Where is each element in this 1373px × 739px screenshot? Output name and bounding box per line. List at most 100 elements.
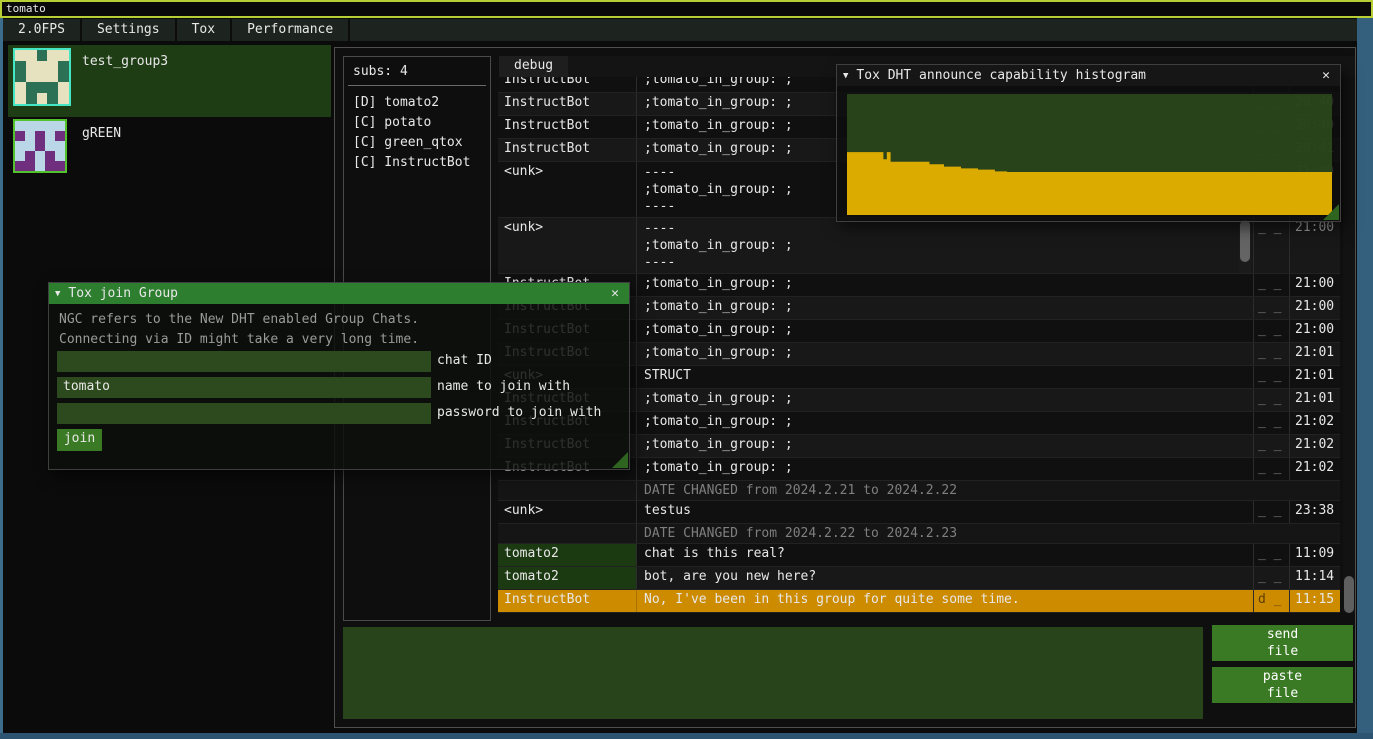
message-timestamp: 21:02 xyxy=(1289,412,1338,434)
chat-scrollbar-track[interactable] xyxy=(1343,77,1355,613)
paste-file-label-1: paste xyxy=(1212,668,1353,685)
message-text: ;tomato_in_group: ; xyxy=(637,297,1253,319)
avatar-pixel xyxy=(25,141,35,151)
menu-item-settings[interactable]: Settings xyxy=(82,19,177,41)
message-author xyxy=(498,481,637,500)
avatar-pixel xyxy=(15,161,25,171)
close-icon[interactable]: ✕ xyxy=(607,286,623,301)
avatar-pixel xyxy=(15,141,25,151)
message-text: bot, are you new here? xyxy=(637,567,1253,589)
message-row[interactable]: tomato2chat is this real?_ _11:09 xyxy=(498,544,1340,567)
avatar-pixel xyxy=(35,141,45,151)
message-scrollbar-thumb[interactable] xyxy=(1240,220,1250,262)
collapse-arrow-icon[interactable]: ▼ xyxy=(55,289,60,299)
message-text: ;tomato_in_group: ; xyxy=(637,343,1253,365)
avatar-pixel xyxy=(15,82,26,93)
avatar-pixel xyxy=(15,93,26,104)
sidebar-group-test_group3[interactable]: test_group3 xyxy=(8,45,331,117)
join-name-field[interactable]: tomato xyxy=(57,377,431,398)
member-item[interactable]: [C] potato xyxy=(353,113,490,133)
message-status-indicator: _ _ xyxy=(1253,567,1289,589)
message-author: InstructBot xyxy=(498,139,637,161)
message-timestamp: 21:00 xyxy=(1289,218,1338,273)
close-icon[interactable]: ✕ xyxy=(1318,68,1334,83)
avatar-pixel xyxy=(45,161,55,171)
members-divider xyxy=(348,85,486,86)
message-timestamp: 21:00 xyxy=(1289,320,1338,342)
message-text: ;tomato_in_group: ; xyxy=(637,274,1253,296)
window-frame-bottom xyxy=(0,733,1373,739)
avatar-pixel xyxy=(15,50,26,61)
avatar-pixel xyxy=(58,82,69,93)
resize-grip[interactable] xyxy=(1323,204,1339,220)
avatar-pixel xyxy=(37,72,48,83)
message-status-indicator: _ _ xyxy=(1253,297,1289,319)
avatar-pixel xyxy=(35,151,45,161)
message-status-indicator: _ _ xyxy=(1253,501,1289,523)
resize-grip[interactable] xyxy=(612,452,628,468)
message-row[interactable]: <unk>testus_ _23:38 xyxy=(498,501,1340,524)
date-changed-text: DATE CHANGED from 2024.2.22 to 2024.2.23 xyxy=(637,524,1253,543)
avatar-pixel xyxy=(15,72,26,83)
collapse-arrow-icon[interactable]: ▼ xyxy=(843,71,848,81)
app-window: tomato 2.0FPS SettingsToxPerformance tes… xyxy=(0,0,1373,739)
message-text: ----;tomato_in_group: ;---- xyxy=(637,218,1253,273)
avatar-pixel xyxy=(26,50,37,61)
message-text: testus xyxy=(637,501,1253,523)
avatar-pixel xyxy=(25,121,35,131)
message-row[interactable]: InstructBotNo, I've been in this group f… xyxy=(498,590,1340,613)
member-item[interactable]: [D] tomato2 xyxy=(353,93,490,113)
window-title: tomato xyxy=(6,2,46,15)
avatar-pixel xyxy=(25,161,35,171)
avatar-pixel xyxy=(35,161,45,171)
message-timestamp: 21:02 xyxy=(1289,435,1338,457)
avatar-pixel xyxy=(47,50,58,61)
histogram-area-chart xyxy=(847,94,1332,215)
chat-scrollbar-thumb[interactable] xyxy=(1344,576,1354,613)
menu-item-tox[interactable]: Tox xyxy=(177,19,232,41)
avatar-pixel xyxy=(47,72,58,83)
message-row[interactable]: <unk>----;tomato_in_group: ;----_ _21:00 xyxy=(498,218,1340,274)
avatar-pixel xyxy=(35,121,45,131)
message-timestamp: 21:01 xyxy=(1289,389,1338,411)
message-row[interactable]: tomato2bot, are you new here?_ _11:14 xyxy=(498,567,1340,590)
avatar-pixel xyxy=(15,121,25,131)
send-file-label-1: send xyxy=(1212,626,1353,643)
message-input[interactable] xyxy=(343,627,1203,719)
date-separator-row: DATE CHANGED from 2024.2.21 to 2024.2.22 xyxy=(498,481,1340,501)
chat-id-field[interactable] xyxy=(57,351,431,372)
window-titlebar[interactable]: tomato xyxy=(0,0,1373,18)
avatar-pixel xyxy=(37,50,48,61)
chat-id-label: chat ID xyxy=(437,351,492,372)
avatar-pixel xyxy=(55,161,65,171)
avatar-pixel xyxy=(25,151,35,161)
member-item[interactable]: [C] InstructBot xyxy=(353,153,490,173)
message-status-indicator: _ _ xyxy=(1253,366,1289,388)
message-status-indicator: _ _ xyxy=(1253,435,1289,457)
avatar-pixel xyxy=(45,121,55,131)
avatar-pixel xyxy=(58,93,69,104)
menu-item-performance[interactable]: Performance xyxy=(232,19,350,41)
members-count: subs: 4 xyxy=(353,64,490,79)
histogram-window-titlebar[interactable]: ▼ Tox DHT announce capability histogram … xyxy=(837,65,1340,86)
message-text: ;tomato_in_group: ; xyxy=(637,320,1253,342)
date-changed-text: DATE CHANGED from 2024.2.21 to 2024.2.22 xyxy=(637,481,1253,500)
sidebar-group-gREEN[interactable]: gREEN xyxy=(8,117,331,173)
join-dialog-desc-line1: NGC refers to the New DHT enabled Group … xyxy=(59,310,629,330)
paste-file-button[interactable]: paste file xyxy=(1212,667,1353,703)
message-author: <unk> xyxy=(498,162,637,217)
message-text: ;tomato_in_group: ; xyxy=(637,389,1253,411)
message-status-indicator: _ _ xyxy=(1253,544,1289,566)
send-file-button[interactable]: send file xyxy=(1212,625,1353,661)
avatar-pixel xyxy=(37,82,48,93)
member-item[interactable]: [C] green_qtox xyxy=(353,133,490,153)
menu-bar: 2.0FPS SettingsToxPerformance xyxy=(3,19,1357,41)
join-button[interactable]: join xyxy=(57,429,102,451)
join-password-field[interactable] xyxy=(57,403,431,424)
message-text: chat is this real? xyxy=(637,544,1253,566)
avatar-pixel xyxy=(15,131,25,141)
message-author: InstructBot xyxy=(498,116,637,138)
join-dialog-titlebar[interactable]: ▼ Tox join Group ✕ xyxy=(49,283,629,304)
tab-debug[interactable]: debug xyxy=(499,56,568,77)
histogram-plot xyxy=(847,94,1332,215)
